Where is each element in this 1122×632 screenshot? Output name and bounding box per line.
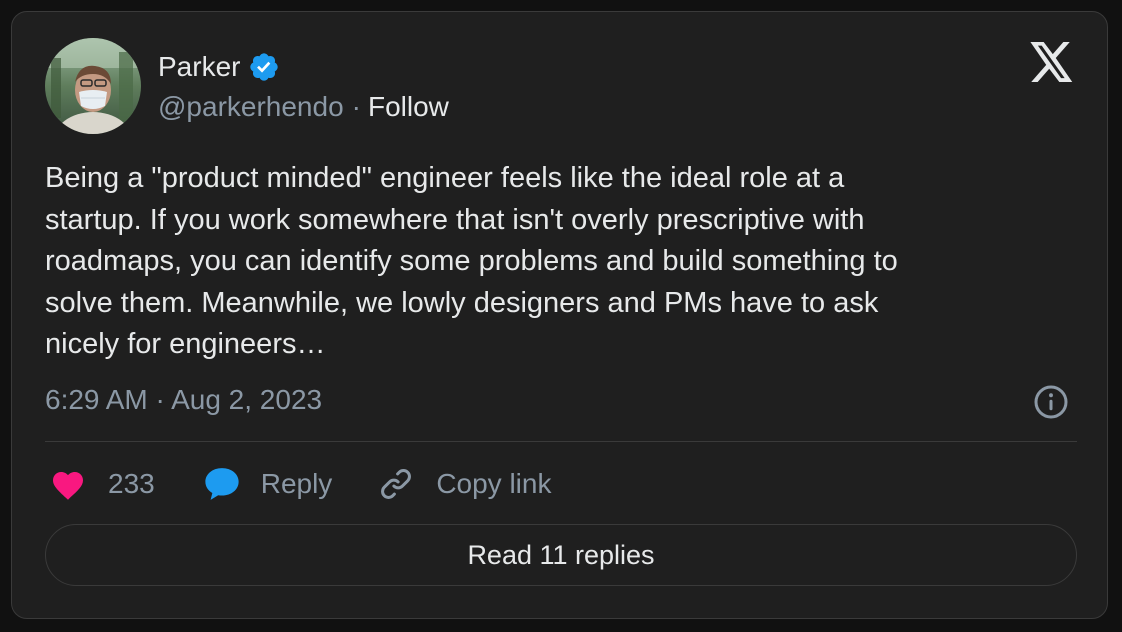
action-bar: 233 Reply Copy link [50, 464, 551, 504]
likes-count: 233 [108, 468, 155, 499]
copy-link-button[interactable]: Copy link [378, 466, 551, 502]
tweet-timestamp[interactable]: 6:29 AM · Aug 2, 2023 [45, 383, 322, 417]
read-replies-button[interactable]: Read 11 replies [45, 524, 1077, 586]
separator-dot: · [351, 91, 361, 122]
author-name[interactable]: Parker [158, 50, 240, 84]
author-name-row: Parker [158, 50, 280, 84]
reply-label: Reply [260, 468, 333, 499]
author-handle[interactable]: @parkerhendo [158, 90, 344, 124]
verified-badge-icon [250, 53, 279, 81]
tweet-card: Parker @parkerhendo · Follow Being a "pr… [11, 11, 1108, 619]
like-button[interactable]: 233 [50, 467, 155, 501]
avatar-photo [45, 38, 141, 134]
chat-bubble-icon [205, 468, 239, 500]
divider [45, 441, 1077, 442]
x-logo-icon[interactable] [1030, 42, 1074, 82]
avatar[interactable] [45, 38, 141, 134]
follow-button[interactable]: Follow [368, 90, 449, 124]
info-icon[interactable] [1033, 384, 1069, 420]
copy-link-label: Copy link [436, 468, 552, 499]
author-handle-row: @parkerhendo · Follow [158, 90, 449, 124]
tweet-text: Being a "product minded" engineer feels … [45, 162, 898, 360]
link-icon [381, 469, 412, 499]
reply-button[interactable]: Reply [203, 466, 333, 502]
heart-icon [53, 472, 83, 500]
